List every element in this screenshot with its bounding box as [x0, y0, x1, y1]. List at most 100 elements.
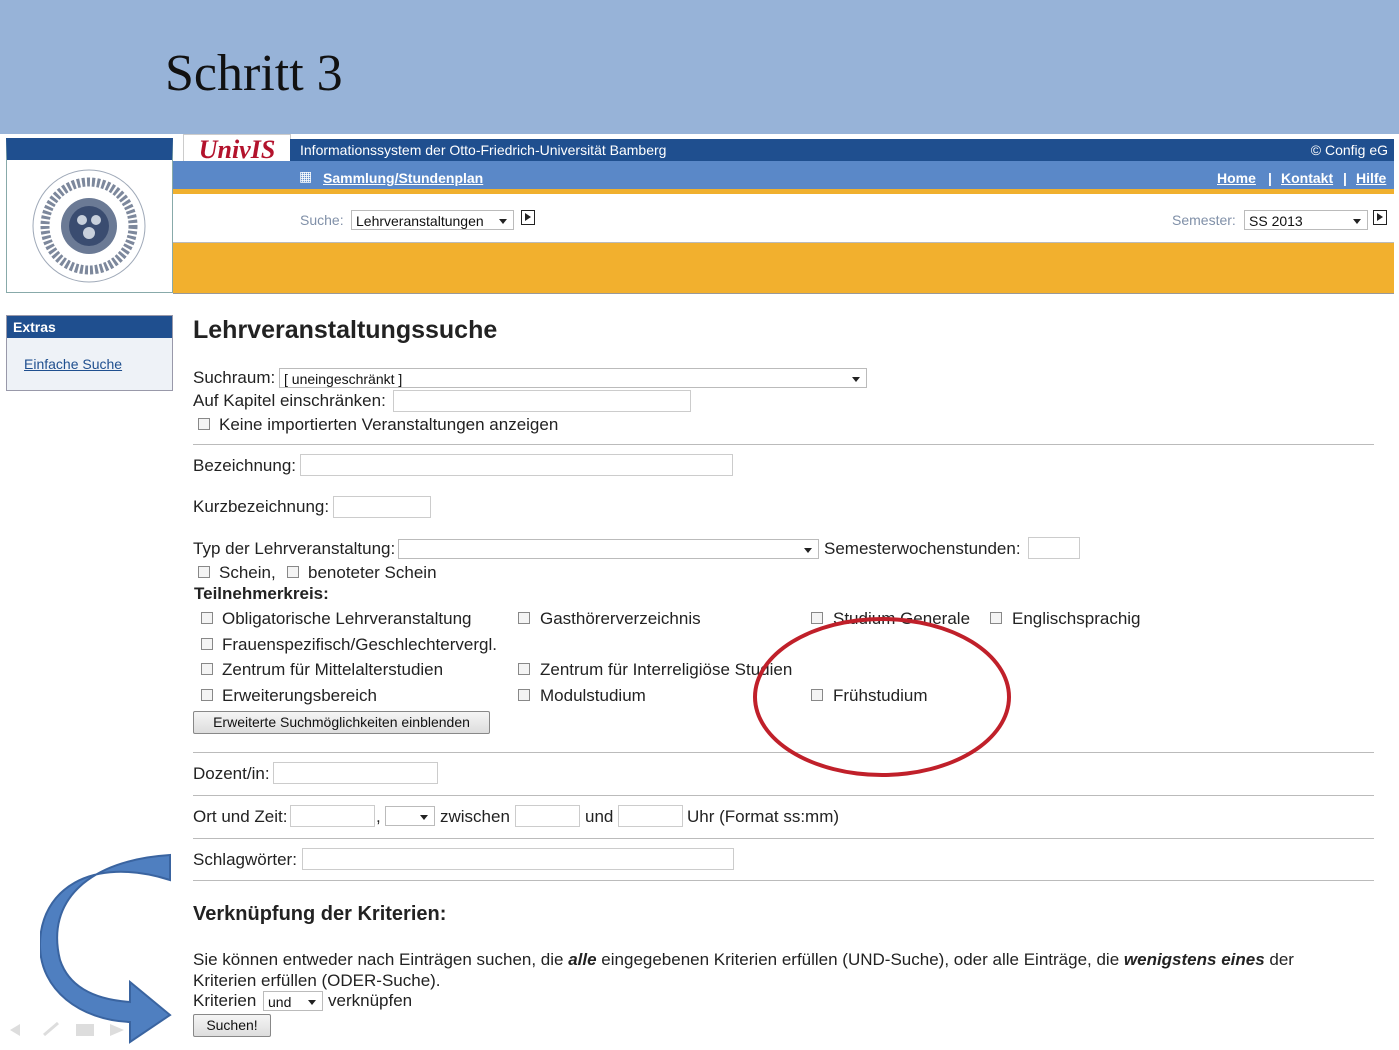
verknuepfen-label: verknüpfen: [328, 991, 413, 1010]
extended-search-button[interactable]: Erweiterte Suchmöglichkeiten einblenden: [193, 711, 490, 734]
search-bar: Suche: Lehrveranstaltungen Semester: SS …: [173, 194, 1394, 243]
search-go-icon[interactable]: [521, 210, 535, 225]
mittelalter-checkbox[interactable]: [201, 663, 213, 675]
university-seal-icon: [32, 169, 146, 283]
interreligioes-checkbox[interactable]: [518, 663, 530, 675]
desc-text: Sie können entweder nach Einträgen suche…: [193, 950, 569, 969]
suchraum-value: [ uneingeschränkt ]: [284, 371, 403, 387]
schein-label: Schein,: [219, 563, 276, 582]
semester-go-icon[interactable]: [1373, 210, 1387, 225]
benoteter-schein-checkbox[interactable]: [287, 566, 299, 578]
comma-label: ,: [376, 807, 381, 826]
suchraum-select[interactable]: [ uneingeschränkt ]: [279, 368, 867, 388]
slide-title: Schritt 3: [165, 45, 343, 102]
highlight-circle: [753, 617, 1011, 777]
obligatorisch-label: Obligatorische Lehrveranstaltung: [222, 609, 472, 628]
semester-label: Semester:: [1172, 212, 1236, 228]
interreligioes-label: Zentrum für Interreligiöse Studien: [540, 660, 793, 679]
divider: [193, 838, 1374, 839]
kriterien-value: und: [268, 994, 292, 1010]
kriterien-label: Kriterien: [193, 991, 257, 1010]
dozent-input[interactable]: [273, 762, 438, 784]
sws-input[interactable]: [1028, 537, 1080, 559]
help-link[interactable]: Hilfe: [1356, 161, 1386, 195]
schlagwoerter-label: Schlagwörter:: [193, 850, 297, 869]
englisch-checkbox[interactable]: [990, 612, 1002, 624]
studium-generale-checkbox[interactable]: [811, 612, 823, 624]
chevron-down-icon: [804, 548, 812, 553]
typ-select[interactable]: [398, 539, 819, 559]
bezeichnung-label: Bezeichnung:: [193, 456, 297, 475]
slide-controls-icon: [10, 1021, 124, 1037]
kurzbezeichnung-input[interactable]: [333, 496, 431, 518]
kapitel-input[interactable]: [393, 390, 691, 412]
frauen-checkbox[interactable]: [201, 638, 213, 650]
suchraum-label: Suchraum:: [193, 368, 276, 387]
chevron-down-icon: [499, 219, 507, 224]
weekday-select[interactable]: [385, 806, 435, 826]
collection-link[interactable]: Sammlung/Stundenplan: [323, 161, 483, 195]
search-type-select[interactable]: Lehrveranstaltungen: [351, 210, 514, 230]
divider: [193, 795, 1374, 796]
chevron-down-icon: [852, 377, 860, 382]
verknuepfung-heading: Verknüpfung der Kriterien:: [193, 903, 447, 925]
typ-label: Typ der Lehrveranstaltung:: [193, 539, 396, 558]
header-top-bar: Informationssystem der Otto-Friedrich-Un…: [290, 139, 1394, 161]
mittelalter-label: Zentrum für Mittelalterstudien: [222, 660, 444, 679]
sidebar-extras: Extras Einfache Suche: [6, 315, 173, 391]
semester-value: SS 2013: [1249, 213, 1303, 229]
frauen-label: Frauenspezifisch/Geschlechtervergl.: [222, 635, 497, 654]
desc-text: eingegebenen Kriterien erfüllen (UND-Suc…: [596, 950, 1124, 969]
no-imported-label: Keine importierten Veranstaltungen anzei…: [219, 415, 559, 434]
modul-label: Modulstudium: [540, 686, 646, 705]
teilnehmerkreis-heading: Teilnehmerkreis:: [194, 584, 329, 603]
nav-separator: |: [1268, 170, 1272, 186]
ort-zeit-label: Ort und Zeit:: [193, 807, 288, 826]
divider: [193, 880, 1374, 881]
dozent-label: Dozent/in:: [193, 764, 270, 783]
no-imported-checkbox[interactable]: [198, 418, 210, 430]
nav-separator: |: [1343, 170, 1347, 186]
university-logo: [6, 138, 173, 293]
gasthoerer-label: Gasthörerverzeichnis: [540, 609, 701, 628]
contact-link[interactable]: Kontakt: [1281, 161, 1333, 195]
simple-search-link[interactable]: Einfache Suche: [24, 356, 122, 372]
benoteter-schein-label: benoteter Schein: [308, 563, 437, 582]
und-label: und: [585, 807, 614, 826]
home-link[interactable]: Home: [1217, 161, 1256, 195]
zwischen-label: zwischen: [440, 807, 510, 826]
verknuepfung-description: Sie können entweder nach Einträgen suche…: [193, 949, 1343, 991]
page-title: Lehrveranstaltungssuche: [193, 316, 498, 344]
englisch-label: Englischsprachig: [1012, 609, 1141, 628]
chevron-down-icon: [1353, 219, 1361, 224]
chevron-down-icon: [420, 815, 428, 820]
erweiterung-label: Erweiterungsbereich: [222, 686, 377, 705]
sws-label: Semesterwochenstunden:: [824, 539, 1021, 558]
bezeichnung-input[interactable]: [300, 454, 733, 476]
time-to-input[interactable]: [618, 805, 683, 827]
sidebar-title: Extras: [7, 316, 172, 338]
kurzbezeichnung-label: Kurzbezeichnung:: [193, 497, 330, 516]
time-format-label: Uhr (Format ss:mm): [687, 807, 840, 826]
kriterien-select[interactable]: und: [263, 991, 323, 1011]
desc-emphasis: alle: [568, 950, 597, 969]
submit-search-button[interactable]: Suchen!: [193, 1014, 271, 1037]
header-orange-bar: [173, 243, 1394, 294]
gasthoerer-checkbox[interactable]: [518, 612, 530, 624]
header-copyright: © Config eG: [1310, 142, 1388, 158]
ort-input[interactable]: [290, 805, 375, 827]
obligatorisch-checkbox[interactable]: [201, 612, 213, 624]
chevron-down-icon: [308, 1000, 316, 1005]
schlagwoerter-input[interactable]: [302, 848, 734, 870]
desc-emphasis: wenigstens eines: [1123, 950, 1265, 969]
curved-arrow-icon: [40, 853, 172, 1044]
erweiterung-checkbox[interactable]: [201, 689, 213, 701]
modul-checkbox[interactable]: [518, 689, 530, 701]
collection-icon: ▦: [299, 168, 313, 184]
kapitel-label: Auf Kapitel einschränken:: [193, 391, 386, 410]
divider: [193, 444, 1374, 445]
search-type-value: Lehrveranstaltungen: [356, 213, 484, 229]
time-from-input[interactable]: [515, 805, 580, 827]
semester-select[interactable]: SS 2013: [1244, 210, 1368, 230]
schein-checkbox[interactable]: [198, 566, 210, 578]
